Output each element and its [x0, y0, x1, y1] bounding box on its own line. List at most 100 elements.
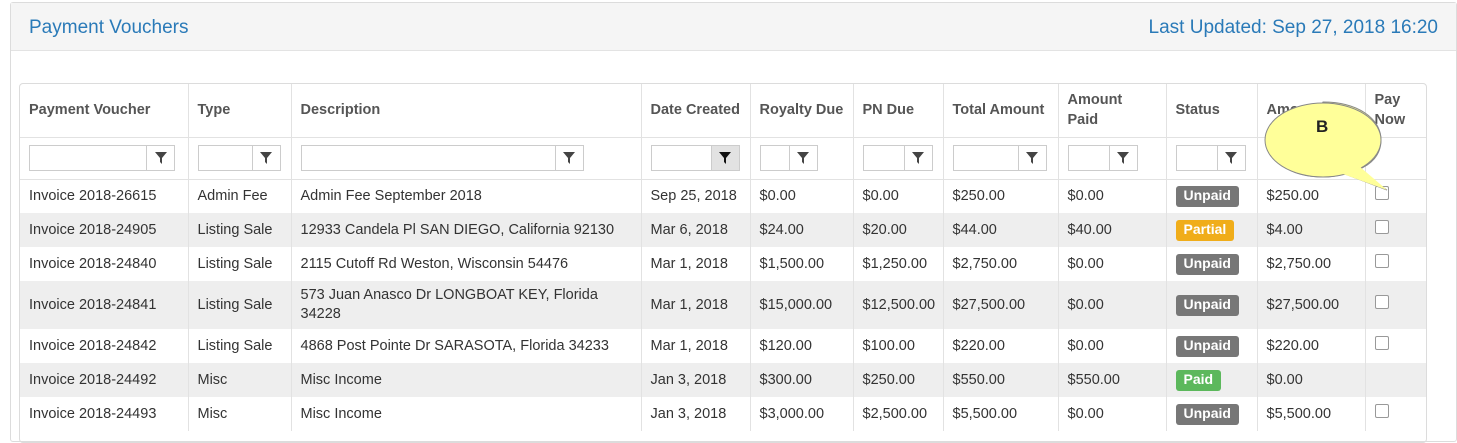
filter-icon[interactable]: [252, 145, 281, 171]
cell-total: $250.00: [943, 179, 1059, 213]
cell-voucher: Invoice 2018-24840: [20, 247, 189, 281]
cell-voucher: Invoice 2018-24905: [20, 213, 189, 247]
filter-input-type[interactable]: [197, 145, 253, 171]
cell-date: Mar 1, 2018: [641, 281, 751, 329]
cell-royalty: $24.00: [750, 213, 854, 247]
filter-icon[interactable]: [1018, 145, 1047, 171]
cell-amount: $2,750.00: [1257, 247, 1366, 281]
status-badge: Unpaid: [1175, 335, 1239, 357]
pay-now-checkbox[interactable]: [1374, 186, 1389, 201]
filter-row: [20, 137, 1426, 180]
pay-now-checkbox[interactable]: [1374, 336, 1389, 350]
col-royalty-due[interactable]: Royalty Due: [750, 84, 854, 138]
cell-royalty: $120.00: [750, 329, 854, 363]
cell-type: Admin Fee: [188, 179, 292, 213]
col-type[interactable]: Type: [188, 84, 292, 138]
cell-royalty: $15,000.00: [750, 281, 854, 329]
col-date-created[interactable]: Date Created: [641, 84, 751, 138]
filter-icon[interactable]: [711, 145, 740, 171]
cell-total: $550.00: [943, 363, 1059, 397]
pay-now-checkbox[interactable]: [1374, 404, 1389, 418]
filter-icon[interactable]: [904, 145, 933, 171]
filter-icon[interactable]: [1109, 145, 1138, 171]
cell-amount: $250.00: [1257, 179, 1366, 213]
cell-date: Jan 3, 2018: [641, 363, 751, 397]
cell-description: 573 Juan Anasco Dr LONGBOAT KEY, Florida…: [291, 281, 642, 329]
cell-date: Mar 1, 2018: [641, 247, 751, 281]
cell-amount: $27,500.00: [1257, 281, 1366, 329]
cell-total: $2,750.00: [943, 247, 1059, 281]
pay-now-checkbox[interactable]: [1374, 220, 1389, 234]
filter-icon[interactable]: [147, 145, 175, 171]
cell-description: 4868 Post Pointe Dr SARASOTA, Florida 34…: [291, 329, 642, 363]
col-total-amount[interactable]: Total Amount: [943, 84, 1059, 138]
cell-pn: $0.00: [853, 179, 944, 213]
table-row[interactable]: Invoice 2018-24905 Listing Sale 12933 Cand…: [20, 213, 1426, 247]
filter-input-total[interactable]: [952, 145, 1019, 171]
filter-input-status[interactable]: [1175, 145, 1218, 171]
cell-royalty: $0.00: [750, 179, 854, 213]
table-row[interactable]: Invoice 2018-24493 Misc Misc Income Jan 3, …: [20, 397, 1426, 431]
callout-label: B: [1316, 117, 1329, 136]
cell-pn: $1,250.00: [853, 247, 944, 281]
filter-icon[interactable]: [789, 145, 818, 171]
cell-amount: $4.00: [1257, 213, 1366, 247]
cell-date: Mar 6, 2018: [641, 213, 751, 247]
cell-description: Misc Income: [291, 363, 642, 397]
status-badge: Paid: [1175, 369, 1222, 391]
cell-paid: $0.00: [1058, 247, 1167, 281]
cell-description: Admin Fee September 2018: [291, 179, 642, 213]
cell-voucher: Invoice 2018-24492: [20, 363, 189, 397]
cell-type: Listing Sale: [188, 281, 292, 329]
filter-input-paid[interactable]: [1067, 145, 1110, 171]
col-payment-voucher[interactable]: Payment Voucher: [20, 84, 189, 138]
cell-paid: $40.00: [1058, 213, 1167, 247]
table-row[interactable]: Invoice 2018-24492 Misc Misc Income Jan 3, …: [20, 363, 1426, 397]
panel-title: Payment Vouchers: [29, 17, 189, 38]
cell-type: Misc: [188, 363, 292, 397]
col-status[interactable]: Status: [1166, 84, 1258, 138]
vouchers-table: Payment Voucher Type Description Date Cr…: [20, 84, 1426, 431]
col-pn-due[interactable]: PN Due: [853, 84, 944, 138]
cell-pn: $250.00: [853, 363, 944, 397]
cell-total: $27,500.00: [943, 281, 1059, 329]
cell-paid: $0.00: [1058, 179, 1167, 213]
cell-type: Listing Sale: [188, 247, 292, 281]
filter-input-description[interactable]: [300, 145, 556, 171]
cell-voucher: Invoice 2018-26615: [20, 179, 189, 213]
panel-header: Payment Vouchers Last Updated: Sep 27, 2…: [11, 3, 1456, 51]
table-row[interactable]: Invoice 2018-24842 Listing Sale 4868 Post …: [20, 329, 1426, 363]
col-pay-now[interactable]: Pay Now: [1365, 84, 1426, 138]
col-amount[interactable]: Amount: [1257, 84, 1366, 138]
table-row[interactable]: Invoice 2018-24840 Listing Sale 2115 Cutof…: [20, 247, 1426, 281]
table-row[interactable]: Invoice 2018-26615 Admin Fee Admin Fee Sep…: [20, 179, 1426, 213]
filter-input-royalty[interactable]: [759, 145, 790, 171]
filter-input-pn[interactable]: [862, 145, 905, 171]
last-updated: Last Updated: Sep 27, 2018 16:20: [1148, 17, 1438, 38]
cell-voucher: Invoice 2018-24841: [20, 281, 189, 329]
cell-paid: $550.00: [1058, 363, 1167, 397]
filter-icon[interactable]: [555, 145, 584, 171]
cell-type: Listing Sale: [188, 213, 292, 247]
cell-pn: $20.00: [853, 213, 944, 247]
pay-now-checkbox[interactable]: [1374, 295, 1389, 309]
pay-now-checkbox[interactable]: [1374, 254, 1389, 268]
cell-description: 12933 Candela Pl SAN DIEGO, California 9…: [291, 213, 642, 247]
col-amount-paid[interactable]: Amount Paid: [1058, 84, 1167, 138]
filter-icon[interactable]: [1217, 145, 1246, 171]
filter-input-voucher[interactable]: [29, 145, 147, 171]
cell-paid: $0.00: [1058, 281, 1167, 329]
cell-royalty: $3,000.00: [750, 397, 854, 431]
filter-input-date[interactable]: [650, 145, 712, 171]
status-badge: Partial: [1175, 219, 1235, 241]
cell-voucher: Invoice 2018-24493: [20, 397, 189, 431]
header-row: Payment Voucher Type Description Date Cr…: [20, 84, 1426, 138]
status-badge: Unpaid: [1175, 185, 1239, 207]
table-row[interactable]: Invoice 2018-24841 Listing Sale 573 Juan A…: [20, 281, 1426, 329]
vouchers-table-container: Payment Voucher Type Description Date Cr…: [19, 83, 1427, 443]
cell-total: $220.00: [943, 329, 1059, 363]
col-description[interactable]: Description: [291, 84, 642, 138]
cell-amount: $5,500.00: [1257, 397, 1366, 431]
cell-description: 2115 Cutoff Rd Weston, Wisconsin 54476: [291, 247, 642, 281]
cell-voucher: Invoice 2018-24842: [20, 329, 189, 363]
